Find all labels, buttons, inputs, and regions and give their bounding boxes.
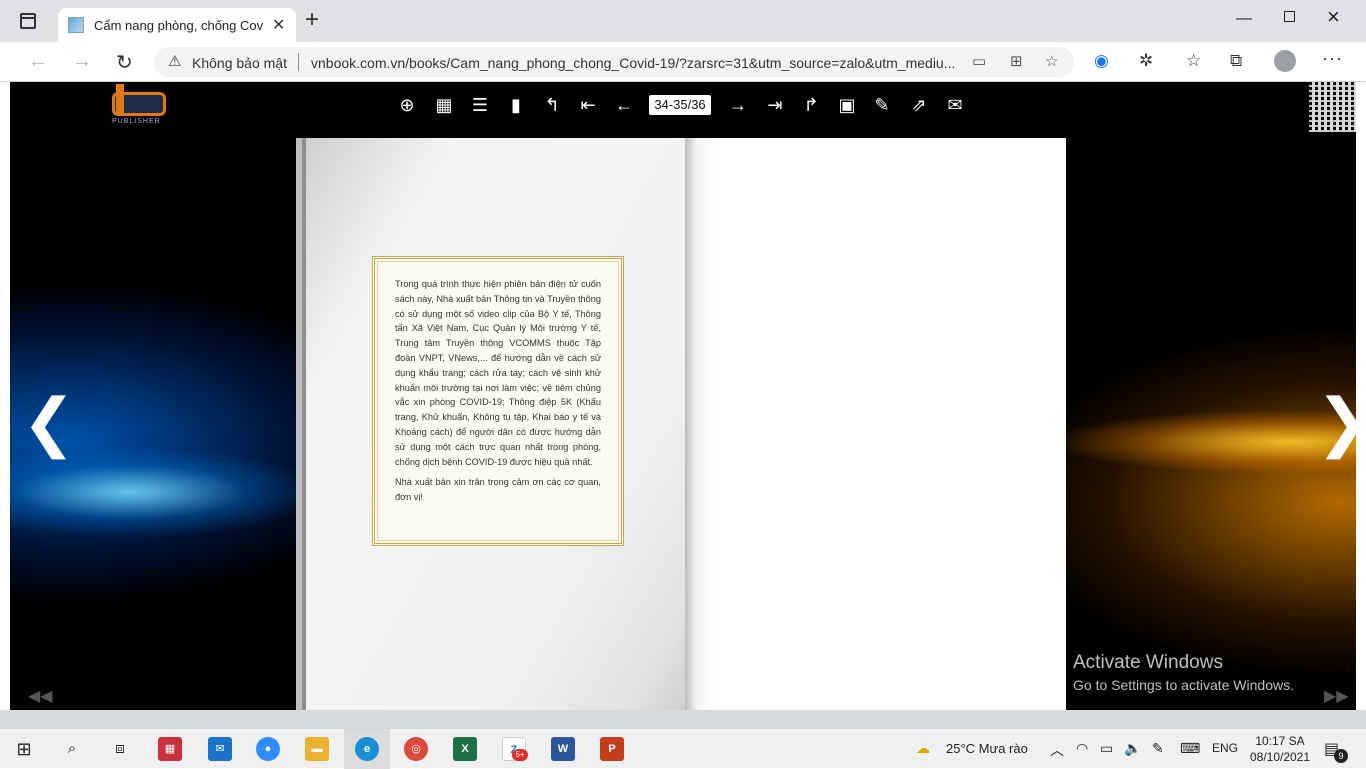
url-separator [298, 53, 299, 71]
activate-windows-watermark: Activate Windows Go to Settings to activ… [1073, 652, 1294, 693]
excel-icon[interactable]: X [453, 737, 477, 761]
browser-tabbar: Cẩm nang phòng, chống Covid- ✕ + — × [0, 0, 1366, 42]
edge-icon[interactable]: e [355, 737, 379, 761]
next-page-icon[interactable]: → [727, 92, 749, 118]
reload-icon[interactable]: ↻ [116, 50, 133, 75]
zalo-badge: 5+ [512, 749, 528, 761]
activate-title: Activate Windows [1073, 652, 1223, 673]
weather-text[interactable]: 25°C Mưa rào [946, 741, 1028, 756]
file-explorer-icon[interactable]: ▬ [305, 737, 329, 761]
input-language[interactable]: ENG [1212, 741, 1238, 755]
logo-i-mark [116, 84, 124, 114]
more-menu-icon[interactable]: ··· [1322, 48, 1343, 69]
search-icon[interactable]: ⌕ [60, 737, 84, 761]
favorites-icon[interactable]: ☆ [1186, 51, 1201, 71]
acknowledgement-frame: Trong quá trình thực hiện phiên bản điện… [372, 256, 624, 546]
powerpoint-icon[interactable]: P [600, 737, 624, 761]
minimize-icon[interactable]: — [1236, 10, 1252, 28]
left-page[interactable]: Trong quá trình thực hiện phiên bản điện… [296, 138, 685, 710]
mail-icon[interactable]: ✉ [208, 737, 232, 761]
acknowledgement-paragraph-1: Trong quá trình thực hiện phiên bản điện… [395, 279, 601, 467]
security-label[interactable]: Không bảo mật [192, 55, 287, 71]
pen-icon[interactable]: ✎ [1152, 740, 1164, 757]
url-text[interactable]: vnbook.com.vn/books/Cam_nang_phong_chong… [311, 55, 961, 71]
open-book-spread: Trong quá trình thực hiện phiên bản điện… [296, 138, 1066, 710]
previous-spread-arrow-icon[interactable]: ❮ [22, 390, 76, 454]
new-tab-button[interactable]: + [305, 8, 319, 32]
collections-icon[interactable]: ⧉ [1230, 51, 1242, 71]
tab-actions-icon[interactable] [20, 13, 36, 29]
chrome-icon[interactable]: ◎ [404, 737, 428, 761]
last-page-icon[interactable]: ⇥ [764, 92, 786, 118]
warning-icon[interactable]: ⚠ [168, 52, 181, 70]
corner-previous-icon[interactable]: ◀◀ [28, 686, 53, 706]
activate-subtitle: Go to Settings to activate Windows. [1073, 677, 1294, 693]
clock[interactable]: 10:17 SA 08/10/2021 [1248, 733, 1312, 765]
acknowledgement-text: Trong quá trình thực hiện phiên bản điện… [395, 277, 601, 511]
share-icon[interactable]: ⇗ [908, 92, 930, 118]
edit-note-icon[interactable]: ✎ [871, 92, 893, 118]
tab-title: Cẩm nang phòng, chống Covid- [94, 18, 264, 33]
tab-close-icon[interactable]: ✕ [272, 15, 285, 35]
word-icon[interactable]: W [551, 737, 575, 761]
table-of-contents-icon[interactable]: ☰ [469, 92, 491, 118]
clock-time: 10:17 SA [1255, 734, 1305, 748]
tab-cam-nang[interactable]: Cẩm nang phòng, chống Covid- ✕ [58, 8, 296, 42]
add-favorite-icon[interactable]: ☆ [1045, 52, 1058, 70]
corner-next-icon[interactable]: ▶▶ [1324, 686, 1349, 706]
keyboard-icon[interactable]: ⌨ [1180, 740, 1200, 757]
flipbook-viewer: PUBLISHER ⊕ ▦ ☰ ▮ ↰ ⇤ ← 34-35/36 → ⇥ ↱ ▣… [10, 82, 1356, 710]
close-window-icon[interactable]: × [1327, 4, 1340, 30]
page-indicator-input[interactable]: 34-35/36 [649, 95, 711, 115]
maximize-icon[interactable] [1284, 11, 1295, 22]
email-icon[interactable]: ✉ [944, 92, 966, 118]
notification-count: 9 [1334, 749, 1348, 763]
extension-shield-icon[interactable]: ◉ [1094, 51, 1109, 71]
url-field[interactable]: ⚠ Không bảo mật vnbook.com.vn/books/Cam_… [154, 47, 1074, 77]
next-spread-arrow-icon[interactable]: ❯ [1316, 390, 1356, 454]
thumbnails-icon[interactable]: ▦ [433, 92, 455, 118]
autoplay-icon[interactable]: ▣ [836, 92, 858, 118]
bookmark-icon[interactable]: ▮ [505, 92, 527, 118]
redo-icon[interactable]: ↱ [800, 92, 822, 118]
profile-avatar[interactable] [1274, 50, 1296, 72]
read-aloud-icon[interactable]: ▭ [972, 52, 986, 70]
task-view-icon[interactable]: ⧈ [108, 737, 132, 761]
volume-icon[interactable]: 🔈 [1124, 740, 1141, 757]
previous-page-icon[interactable]: ← [613, 92, 635, 118]
logo-text: PUBLISHER [112, 118, 161, 125]
show-hidden-icons-icon[interactable]: ︿ [1050, 740, 1064, 760]
zoom-in-icon[interactable]: ⊕ [396, 92, 418, 118]
wifi-icon[interactable]: ◠ [1076, 740, 1088, 757]
publisher-logo[interactable]: PUBLISHER [108, 84, 172, 128]
qr-code [1309, 82, 1356, 132]
zoom-icon[interactable]: ● [256, 737, 280, 761]
address-bar: ← → ↻ ⚠ Không bảo mật vnbook.com.vn/book… [0, 42, 1366, 82]
windows-taskbar: ⊞ ⌕ ⧈ ▦ ✉ ● ▬ e ◎ X Z 5+ W P ☁ 25°C Mưa … [0, 728, 1366, 769]
weather-icon[interactable]: ☁ [916, 740, 930, 757]
start-icon[interactable]: ⊞ [12, 737, 36, 761]
back-icon[interactable]: ← [28, 50, 48, 73]
undo-icon[interactable]: ↰ [541, 92, 563, 118]
page-bottom-strip [0, 710, 1366, 728]
right-page[interactable] [685, 138, 1066, 710]
app-available-icon[interactable]: ⊞ [1010, 52, 1023, 70]
site-favicon-icon [68, 17, 84, 33]
acknowledgement-paragraph-2: Nhà xuất bản xin trân trọng cảm ơn các c… [395, 477, 601, 503]
extensions-icon[interactable]: ✲ [1139, 51, 1153, 71]
forward-icon[interactable]: → [72, 50, 92, 73]
app-icon-red[interactable]: ▦ [158, 737, 182, 761]
first-page-icon[interactable]: ⇤ [577, 92, 599, 118]
battery-icon[interactable]: ▭ [1100, 740, 1113, 757]
clock-date: 08/10/2021 [1249, 750, 1311, 764]
